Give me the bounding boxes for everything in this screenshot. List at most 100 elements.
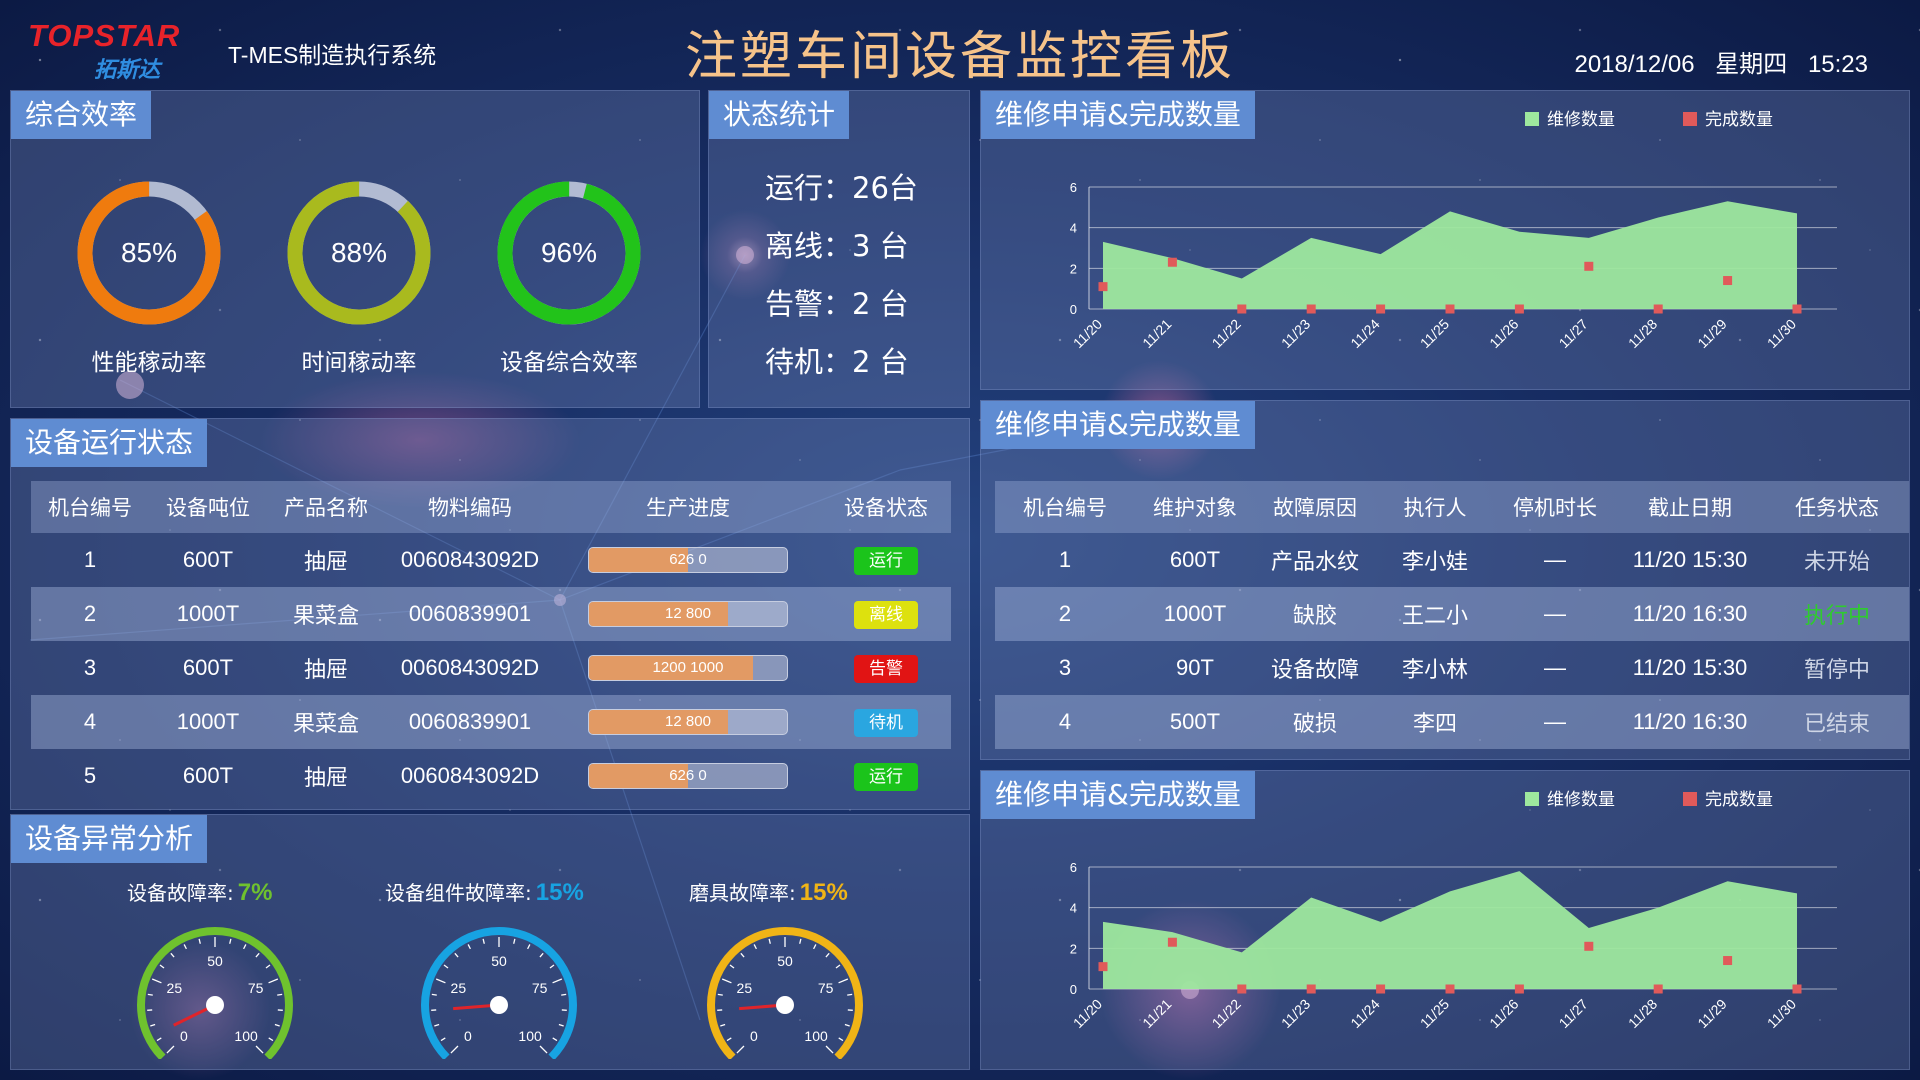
done-point <box>1098 282 1108 292</box>
done-point <box>1514 304 1524 314</box>
x-tick-label: 11/27 <box>1556 996 1592 1032</box>
column-header: 执行人 <box>1375 481 1495 533</box>
gauge-tick <box>753 944 757 950</box>
column-header: 机台编号 <box>995 481 1135 533</box>
gauge-scale-label: 100 <box>234 1028 258 1044</box>
table-row: 1 600T 抽屉 0060843092D 626 0 运行 <box>31 533 951 587</box>
maintenance-panel-title: 维修申请&完成数量 <box>981 401 1255 449</box>
x-tick-label: 11/24 <box>1347 316 1383 352</box>
gauge-tick <box>539 952 544 958</box>
cell-target: 500T <box>1135 695 1255 749</box>
gauge-scale-label: 75 <box>818 980 834 996</box>
column-header: 产品名称 <box>267 481 385 533</box>
efficiency-panel-title: 综合效率 <box>11 91 152 139</box>
gauge-mold: 0 25 50 75 100 <box>707 927 863 1059</box>
done-point <box>1584 941 1594 951</box>
done-point <box>1376 304 1386 314</box>
gauge-tick <box>740 952 745 958</box>
status-badge: 离线 <box>854 600 918 629</box>
gauge-tick <box>159 964 165 969</box>
gauge-tick <box>799 938 802 944</box>
gauge-tick <box>513 938 516 944</box>
cell-no: 2 <box>31 587 149 641</box>
done-point <box>1167 937 1177 947</box>
cell-progress: 626 0 <box>555 749 821 803</box>
x-tick-label: 11/20 <box>1070 996 1106 1032</box>
x-tick-label: 11/29 <box>1694 996 1730 1032</box>
cell-progress: 12 800 <box>555 695 821 749</box>
stat-alarm: 告警：2 台 <box>765 287 909 321</box>
x-tick-label: 11/23 <box>1278 996 1314 1032</box>
cell-no: 2 <box>995 587 1135 641</box>
status-badge: 告警 <box>854 654 918 683</box>
cell-status: 离线 <box>821 587 951 641</box>
gauge-tick <box>552 978 563 984</box>
progress-text: 626 0 <box>669 767 707 784</box>
gauge-scale-label: 50 <box>207 953 223 969</box>
gauge-tick <box>268 1037 274 1042</box>
maintenance-panel: 维修申请&完成数量 机台编号 维护对象 故障原因 执行人 停机时长 截止日期 任… <box>980 400 1910 760</box>
cell-target: 90T <box>1176 655 1214 680</box>
column-header: 机台编号 <box>31 481 149 533</box>
x-tick-label: 11/21 <box>1139 316 1175 352</box>
x-tick-label: 11/28 <box>1625 996 1661 1032</box>
cell-reason: 设备故障 <box>1270 657 1359 682</box>
done-point <box>1237 304 1247 314</box>
gauge-tick <box>717 993 723 996</box>
gauge-tick <box>156 1037 162 1042</box>
cell-person: 李四 <box>1375 695 1495 749</box>
gauge-scale-label: 75 <box>248 980 264 996</box>
cell-product: 抽屉 <box>303 549 348 574</box>
y-tick-label: 6 <box>1070 860 1077 875</box>
gauge-scale-label: 0 <box>464 1028 472 1044</box>
state-stats-panel-title: 状态统计 <box>709 91 850 139</box>
done-point <box>1792 984 1802 994</box>
gauge-tick <box>729 964 735 969</box>
donut-time-value: 88% <box>330 237 388 268</box>
cell-no: 5 <box>83 763 97 788</box>
done-point <box>1653 984 1663 994</box>
cell-product: 抽屉 <box>303 765 348 790</box>
gauge-tick <box>736 1045 745 1054</box>
done-point <box>1445 984 1455 994</box>
time-text: 15:23 <box>1807 51 1868 78</box>
equipment-status-panel-title: 设备运行状态 <box>11 419 208 467</box>
cell-tonnage: 600T <box>182 763 234 788</box>
donut-time-label: 时间稼动率 <box>301 350 417 376</box>
cell-code: 0060839901 <box>385 695 555 749</box>
area-series <box>1103 871 1797 989</box>
gauge-tick <box>170 952 175 958</box>
date-text: 2018/12/06 <box>1574 51 1695 78</box>
gauge-scale-label: 75 <box>532 980 548 996</box>
gauge-scale-label: 25 <box>167 980 183 996</box>
x-tick-label: 11/25 <box>1417 316 1453 352</box>
x-tick-label: 11/25 <box>1417 996 1453 1032</box>
x-tick-label: 11/30 <box>1764 316 1800 352</box>
table-header-row: 机台编号 设备吨位 产品名称 物料编码 生产进度 设备状态 <box>31 481 951 533</box>
x-tick-label: 11/26 <box>1486 316 1522 352</box>
cell-reason: 缺胶 <box>1255 587 1375 641</box>
table-row: 4 500T 破损 李四 —11/20 16:30 已结束 <box>995 695 1909 749</box>
area-series <box>1103 201 1797 309</box>
gauge-scale-label: 25 <box>451 980 467 996</box>
status-badge: 运行 <box>854 762 918 791</box>
gauge-scale-label: 0 <box>180 1028 188 1044</box>
gauge-hub <box>490 996 508 1014</box>
cell-reason: 破损 <box>1255 695 1375 749</box>
gauge-scale-label: 0 <box>750 1028 758 1044</box>
stat-standby: 待机：2 台 <box>765 345 909 379</box>
cell-tonnage: 1000T <box>149 695 267 749</box>
cell-deadline: 11/20 15:30 <box>1632 655 1748 680</box>
gauge-scale-label: 25 <box>737 980 753 996</box>
gauge-mold-value: 15% <box>799 879 848 906</box>
gauge-tick <box>268 978 279 984</box>
anomaly-panel: 设备异常分析 设备故障率: 7% 设备组件故障率: 15% 磨具故障率: 15% 02… <box>10 814 970 1070</box>
gauge-tick <box>147 993 153 996</box>
cell-progress: 1200 1000 <box>555 641 821 695</box>
gauge-hub <box>206 996 224 1014</box>
progress-text: 1200 1000 <box>652 659 724 676</box>
progress-text: 12 800 <box>665 713 711 730</box>
column-header: 任务状态 <box>1765 481 1909 533</box>
gauge-tick <box>720 1023 726 1027</box>
column-header: 故障原因 <box>1255 481 1375 533</box>
